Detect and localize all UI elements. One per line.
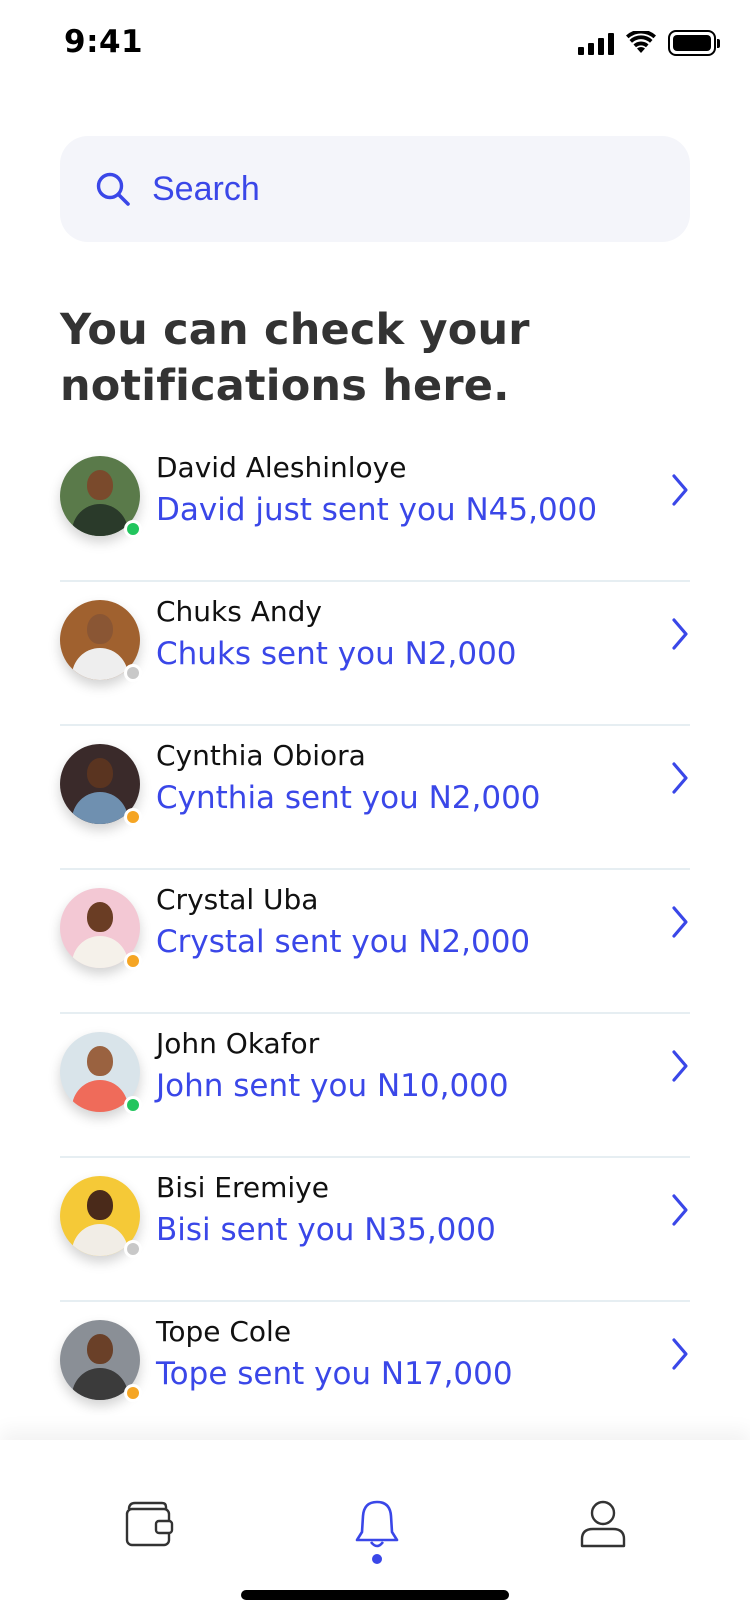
chevron-right-icon[interactable] [670,472,690,508]
presence-status-dot [124,520,142,538]
notification-message: Crystal sent you N2,000 [156,924,531,960]
nav-profile-button[interactable] [563,1484,643,1564]
user-icon [580,1500,626,1548]
notification-message: Chuks sent you N2,000 [156,636,517,672]
search-input[interactable] [152,169,632,209]
bottom-nav [0,1440,750,1624]
avatar-wrapper [60,1320,142,1402]
notifications-list: David Aleshinloye David just sent you N4… [60,438,690,1446]
notification-item[interactable]: Bisi Eremiye Bisi sent you N35,000 [60,1158,690,1302]
status-icons [578,30,720,56]
chevron-right-icon[interactable] [670,616,690,652]
chevron-right-icon[interactable] [670,1048,690,1084]
avatar-wrapper [60,1032,142,1114]
avatar-wrapper [60,600,142,682]
presence-status-dot [124,952,142,970]
wifi-icon [626,31,656,53]
page-title: You can check your notifications here. [60,305,530,411]
sender-name: Bisi Eremiye [156,1171,329,1204]
status-time: 9:41 [64,24,144,60]
bell-icon [355,1500,399,1548]
notification-text: John Okafor John sent you N10,000 [156,1024,509,1108]
chevron-right-icon[interactable] [670,1192,690,1228]
sender-name: Tope Cole [156,1315,292,1348]
notification-item[interactable]: John Okafor John sent you N10,000 [60,1014,690,1158]
notification-item[interactable]: Tope Cole Tope sent you N17,000 [60,1302,690,1446]
notification-item[interactable]: Chuks Andy Chuks sent you N2,000 [60,582,690,726]
avatar-wrapper [60,888,142,970]
wallet-icon [125,1501,174,1547]
sender-name: Crystal Uba [156,883,319,916]
presence-status-dot [124,1240,142,1258]
avatar-wrapper [60,744,142,826]
notification-item[interactable]: David Aleshinloye David just sent you N4… [60,438,690,582]
notification-text: Chuks Andy Chuks sent you N2,000 [156,592,517,676]
status-bar: 9:41 [0,0,750,88]
signal-icon [578,31,614,55]
battery-icon [668,30,720,56]
notification-text: Bisi Eremiye Bisi sent you N35,000 [156,1168,496,1252]
notification-text: Tope Cole Tope sent you N17,000 [156,1312,513,1396]
nav-notifications-button[interactable] [337,1484,417,1564]
home-indicator [241,1590,509,1600]
search-bar[interactable] [60,136,690,242]
presence-status-dot [124,1096,142,1114]
notification-message: David just sent you N45,000 [156,492,598,528]
nav-wallet-button[interactable] [110,1484,190,1564]
active-indicator-dot [372,1554,382,1564]
sender-name: John Okafor [156,1027,320,1060]
search-icon [96,172,130,206]
notification-message: Tope sent you N17,000 [156,1356,513,1392]
notification-text: David Aleshinloye David just sent you N4… [156,448,597,532]
sender-name: Chuks Andy [156,595,322,628]
notification-text: Cynthia Obiora Cynthia sent you N2,000 [156,736,541,820]
presence-status-dot [124,808,142,826]
sender-name: David Aleshinloye [156,451,407,484]
notification-message: John sent you N10,000 [156,1068,509,1104]
avatar-wrapper [60,1176,142,1258]
chevron-right-icon[interactable] [670,760,690,796]
notification-item[interactable]: Cynthia Obiora Cynthia sent you N2,000 [60,726,690,870]
notification-message: Bisi sent you N35,000 [156,1212,496,1248]
notification-item[interactable]: Crystal Uba Crystal sent you N2,000 [60,870,690,1014]
notification-message: Cynthia sent you N2,000 [156,780,541,816]
notification-text: Crystal Uba Crystal sent you N2,000 [156,880,530,964]
chevron-right-icon[interactable] [670,1336,690,1372]
avatar-wrapper [60,456,142,538]
sender-name: Cynthia Obiora [156,739,366,772]
presence-status-dot [124,664,142,682]
chevron-right-icon[interactable] [670,904,690,940]
presence-status-dot [124,1384,142,1402]
